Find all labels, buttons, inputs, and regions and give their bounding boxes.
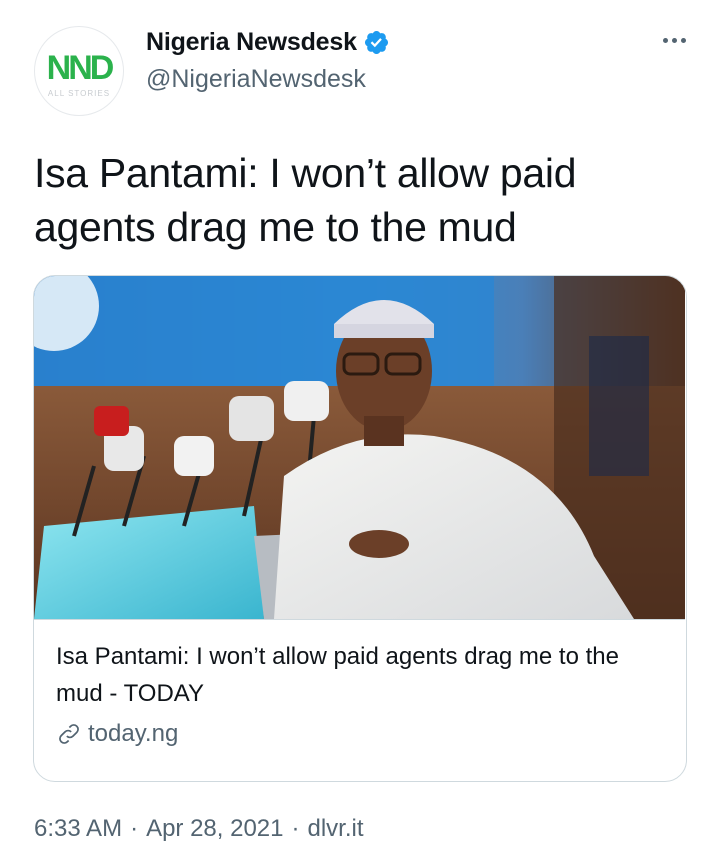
card-domain[interactable]: today.ng [56,720,656,748]
card-body[interactable]: Isa Pantami: I won’t allow paid agents d… [56,638,656,748]
card-title: Isa Pantami: I won’t allow paid agents d… [56,643,619,707]
avatar-subtext: ALL STORIES [47,88,111,98]
more-options-icon[interactable] [663,38,686,43]
dot [681,38,686,43]
tweet-text: Isa Pantami: I won’t allow paid agents d… [34,150,577,250]
display-name[interactable]: Nigeria Newsdesk [146,28,357,57]
tweet: NND ALL STORIES Nigeria Newsdesk @Nigeri… [0,0,720,867]
name-row: Nigeria Newsdesk [146,28,390,57]
separator: · [291,815,300,842]
tweet-date[interactable]: Apr 28, 2021 [146,815,283,843]
card-photo [34,276,685,619]
handle[interactable]: @NigeriaNewsdesk [146,65,390,94]
dot [663,38,668,43]
author-info: Nigeria Newsdesk @NigeriaNewsdesk [146,28,390,94]
card-domain-text: today.ng [88,720,179,747]
avatar-logo: NND [46,48,115,87]
tweet-source[interactable]: dlvr.it [308,815,364,843]
avatar[interactable]: NND ALL STORIES [34,26,124,116]
separator: · [130,815,139,842]
verified-badge-icon [364,30,388,55]
tweet-meta: 6:33 AM · Apr 28, 2021 · dlvr.it [34,815,364,843]
card-image[interactable] [34,276,685,620]
link-card[interactable]: Isa Pantami: I won’t allow paid agents d… [33,275,687,782]
tweet-time[interactable]: 6:33 AM [34,815,122,843]
link-icon [59,724,79,744]
dot [672,38,677,43]
